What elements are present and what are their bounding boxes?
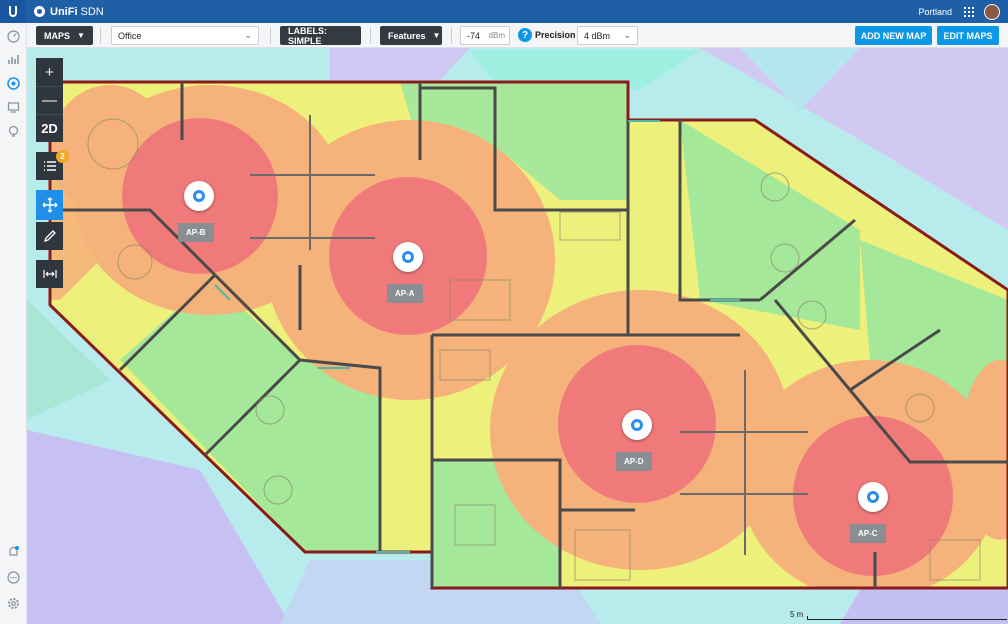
view-mode-button[interactable]: 2D xyxy=(36,114,63,142)
help-icon[interactable]: ? xyxy=(518,28,532,42)
statistics-icon[interactable] xyxy=(7,53,20,66)
access-point-ap-c[interactable]: AP-C xyxy=(850,482,888,543)
ap-label: AP-D xyxy=(616,452,652,471)
chevron-down-icon: ⌄ xyxy=(623,30,631,40)
dashboard-icon[interactable] xyxy=(7,30,20,43)
features-dropdown[interactable]: Features ▼ xyxy=(380,26,442,45)
dbm-value: -74 xyxy=(467,30,481,41)
avatar[interactable] xyxy=(984,3,1000,20)
alerts-icon[interactable] xyxy=(7,545,20,558)
app-brand: UniFi SDN xyxy=(34,6,104,18)
list-badge: 2 xyxy=(56,150,69,163)
ap-label: AP-C xyxy=(850,524,886,543)
floor-plan-map[interactable]: AP-B AP-A AP-D AP-C xyxy=(27,48,1008,624)
scale-bar xyxy=(807,616,1007,620)
map-icon[interactable] xyxy=(7,77,20,90)
measure-tool-button[interactable] xyxy=(36,260,63,288)
access-point-icon xyxy=(622,410,652,440)
zoom-in-button[interactable]: + xyxy=(36,58,63,86)
divider xyxy=(270,27,271,44)
ap-label: AP-A xyxy=(387,284,423,303)
dbm-unit: dBm xyxy=(488,31,505,40)
dbm-input[interactable]: -74 dBm xyxy=(460,26,510,45)
access-point-icon xyxy=(393,242,423,272)
site-selector[interactable]: Portland xyxy=(918,7,952,17)
chevron-down-icon: ⌄ xyxy=(244,30,252,40)
devices-icon[interactable] xyxy=(7,101,20,114)
divider xyxy=(451,27,452,44)
map-toolbar: MAPS ▼ Office ⌄ LABELS: SIMPLE Features ▼ -… xyxy=(27,23,1008,48)
measure-icon xyxy=(42,270,57,278)
chevron-down-icon: ▼ xyxy=(432,31,441,40)
apps-grid-icon[interactable] xyxy=(964,6,974,17)
top-bar: UniFi SDN Portland xyxy=(0,0,1008,23)
brand-suffix: SDN xyxy=(80,5,104,18)
access-point-ap-b[interactable]: AP-B xyxy=(178,181,214,242)
chevron-down-icon: ▼ xyxy=(77,31,85,40)
insights-icon[interactable] xyxy=(7,125,20,138)
ap-label: AP-B xyxy=(178,223,214,242)
maps-label: MAPS xyxy=(44,30,71,41)
access-point-ap-a[interactable]: AP-A xyxy=(387,242,423,303)
precision-select[interactable]: 4 dBm ⌄ xyxy=(577,26,638,45)
precision-value: 4 dBm xyxy=(584,30,611,41)
list-icon xyxy=(43,161,56,171)
divider xyxy=(100,27,101,44)
sidebar xyxy=(0,23,27,624)
access-point-ap-d[interactable]: AP-D xyxy=(616,410,652,471)
ubiquiti-logo-icon[interactable] xyxy=(0,0,26,23)
move-icon xyxy=(42,197,57,213)
access-point-icon xyxy=(858,482,888,512)
maps-dropdown[interactable]: MAPS ▼ xyxy=(36,26,93,45)
brand-name: UniFi xyxy=(50,5,78,18)
map-select[interactable]: Office ⌄ xyxy=(111,26,259,45)
map-select-value: Office xyxy=(118,30,142,41)
precision-label: Precision xyxy=(535,30,576,40)
settings-icon[interactable] xyxy=(7,597,20,610)
features-label: Features xyxy=(388,30,426,41)
divider xyxy=(370,27,371,44)
move-tool-button[interactable] xyxy=(36,190,63,220)
events-icon[interactable] xyxy=(7,571,20,584)
labels-button[interactable]: LABELS: SIMPLE xyxy=(280,26,361,46)
pencil-icon xyxy=(43,230,56,243)
edit-maps-button[interactable]: EDIT MAPS xyxy=(937,26,999,45)
access-point-icon xyxy=(184,181,214,211)
draw-tool-button[interactable] xyxy=(36,222,63,250)
unifi-logo-icon xyxy=(34,6,45,17)
zoom-out-button[interactable]: — xyxy=(36,86,63,114)
add-new-map-button[interactable]: ADD NEW MAP xyxy=(855,26,932,45)
scale-label: 5 m xyxy=(790,610,804,619)
